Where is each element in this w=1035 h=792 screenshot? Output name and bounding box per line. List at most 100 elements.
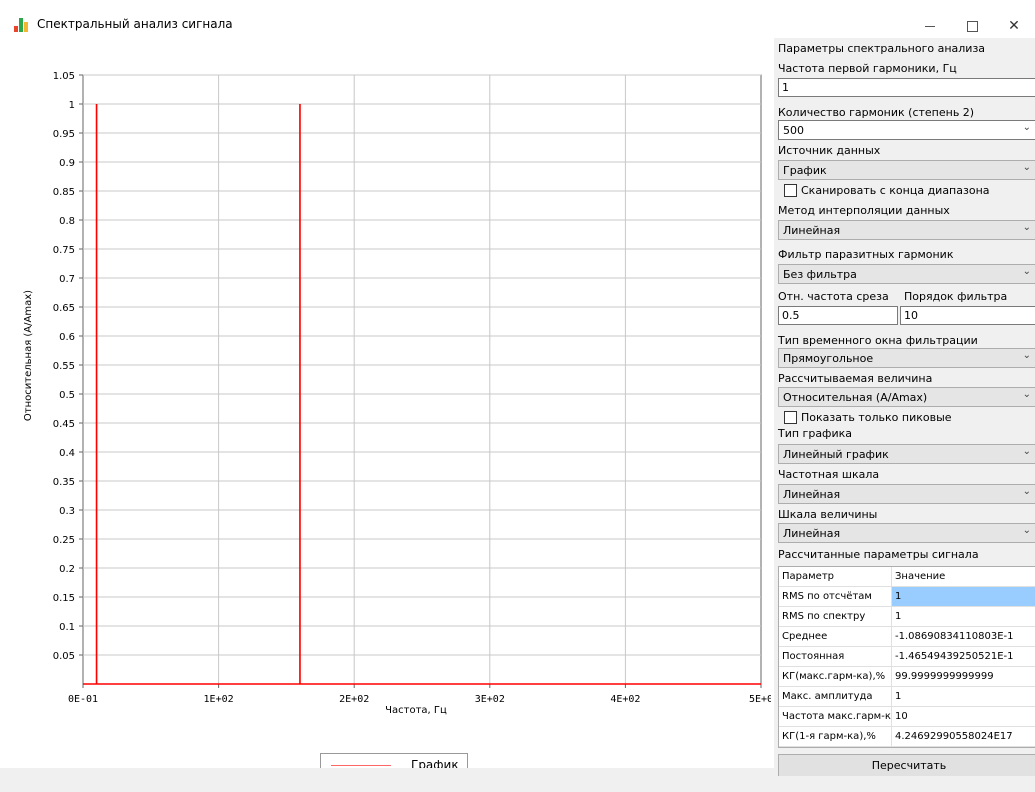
interp-select[interactable]: Линейная ⌄ <box>778 220 1035 240</box>
filter-value: Без фильтра <box>783 268 857 281</box>
table-cell[interactable]: 1 <box>892 587 1035 607</box>
maximize-button[interactable] <box>952 14 992 38</box>
x-tick-label: 0E-01 <box>68 694 98 705</box>
order-label: Порядок фильтра <box>904 290 1008 303</box>
close-button[interactable]: ✕ <box>994 14 1034 38</box>
table-row[interactable]: Среднее -1.08690834110803E-1 <box>779 627 1035 647</box>
y-tick-label: 0.15 <box>53 593 75 604</box>
y-tick-label: 0.45 <box>53 419 75 430</box>
table-cell: КГ(макс.гарм-ка),% <box>779 667 892 687</box>
y-tick-label: 0.2 <box>59 564 75 575</box>
table-cell[interactable]: 1 <box>892 607 1035 627</box>
table-cell: Макс. амплитуда <box>779 687 892 707</box>
mag-scale-value: Линейная <box>783 527 841 540</box>
source-label: Источник данных <box>778 144 881 157</box>
y-tick-label: 0.85 <box>53 187 75 198</box>
table-row[interactable]: Макс. амплитуда 1 <box>779 687 1035 707</box>
minimize-button[interactable] <box>910 14 950 38</box>
freq-scale-select[interactable]: Линейная ⌄ <box>778 484 1035 504</box>
peaks-label: Показать только пиковые <box>801 411 952 424</box>
y-tick-label: 0.55 <box>53 361 75 372</box>
table-row[interactable]: RMS по отсчётам 1 <box>779 587 1035 607</box>
table-header-row: Параметр Значение <box>779 567 1035 587</box>
table-cell: КГ(1-я гарм-ка),% <box>779 727 892 747</box>
table-row[interactable]: Частота макс.гарм-к 10 <box>779 707 1035 727</box>
panel-header: Параметры спектрального анализа <box>778 42 986 55</box>
harmonics-select[interactable]: 500 ⌄ <box>778 120 1035 140</box>
window-type-label: Тип временного окна фильтрации <box>778 334 978 347</box>
cutoff-input[interactable]: 0.5 <box>778 306 898 325</box>
table-cell: Постоянная <box>779 647 892 667</box>
x-axis-label: Частота, Гц <box>385 705 447 716</box>
quantity-label: Рассчитываемая величина <box>778 372 933 385</box>
y-tick-label: 0.3 <box>59 506 75 517</box>
filter-label: Фильтр паразитных гармоник <box>778 248 954 261</box>
table-row[interactable]: КГ(макс.гарм-ка),% 99.9999999999999 <box>779 667 1035 687</box>
chevron-down-icon: ⌄ <box>1022 162 1031 173</box>
quantity-value: Относительная (A/Amax) <box>783 391 928 404</box>
spectrum-chart: 0E-01 1E+02 2E+02 3E+02 4E+02 5E+0 0.05 0.1 0.15… <box>7 38 771 777</box>
chevron-down-icon: ⌄ <box>1022 525 1031 536</box>
window-type-select[interactable]: Прямоугольное ⌄ <box>778 348 1035 368</box>
harmonics-label: Количество гармоник (степень 2) <box>778 106 975 119</box>
source-select[interactable]: График ⌄ <box>778 160 1035 180</box>
x-tick-label: 2E+02 <box>339 694 369 705</box>
spectrum-chart-svg: 0E-01 1E+02 2E+02 3E+02 4E+02 5E+0 0.05 0.1 0.15… <box>23 71 771 716</box>
mag-scale-select[interactable]: Линейная ⌄ <box>778 523 1035 543</box>
graph-type-label: Тип графика <box>778 427 852 440</box>
table-cell: Среднее <box>779 627 892 647</box>
scan-checkbox[interactable] <box>784 184 797 197</box>
filter-select[interactable]: Без фильтра ⌄ <box>778 264 1035 284</box>
x-tick-label: 1E+02 <box>204 694 234 705</box>
table-header-cell: Значение <box>892 567 1035 587</box>
x-tick-label: 3E+02 <box>475 694 505 705</box>
quantity-select[interactable]: Относительная (A/Amax) ⌄ <box>778 387 1035 407</box>
chevron-down-icon: ⌄ <box>1022 266 1031 277</box>
chevron-down-icon: ⌄ <box>1022 222 1031 233</box>
graph-type-value: Линейный график <box>783 448 889 461</box>
y-tick-label: 0.25 <box>53 535 75 546</box>
y-tick-label: 0.6 <box>59 332 75 343</box>
graph-type-select[interactable]: Линейный график ⌄ <box>778 444 1035 464</box>
table-cell[interactable]: 1 <box>892 687 1035 707</box>
window-title: Спектральный анализ сигнала <box>37 17 233 31</box>
x-tick-label: 4E+02 <box>610 694 640 705</box>
interp-value: Линейная <box>783 224 841 237</box>
y-tick-label: 0.65 <box>53 303 75 314</box>
cutoff-label: Отн. частота среза <box>778 290 889 303</box>
order-input[interactable]: 10 <box>900 306 1035 325</box>
table-row[interactable]: RMS по спектру 1 <box>779 607 1035 627</box>
x-tick-label: 5E+0 <box>749 694 771 705</box>
freq-scale-label: Частотная шкала <box>778 468 880 481</box>
chevron-down-icon: ⌄ <box>1022 122 1031 133</box>
table-cell: RMS по отсчётам <box>779 587 892 607</box>
mag-scale-label: Шкала величины <box>778 508 878 521</box>
y-tick-label: 0.5 <box>59 390 75 401</box>
peaks-checkbox[interactable] <box>784 411 797 424</box>
chevron-down-icon: ⌄ <box>1022 446 1031 457</box>
table-cell[interactable]: -1.46549439250521E-1 <box>892 647 1035 667</box>
table-cell[interactable]: 99.9999999999999 <box>892 667 1035 687</box>
computed-label: Рассчитанные параметры сигнала <box>778 548 979 561</box>
title-bar: Спектральный анализ сигнала ✕ <box>0 0 1035 38</box>
freq-input[interactable]: 1 <box>778 78 1035 97</box>
table-cell: RMS по спектру <box>779 607 892 627</box>
y-tick-label: 0.75 <box>53 245 75 256</box>
chart-app-icon <box>14 18 30 32</box>
y-tick-label: 0.7 <box>59 274 75 285</box>
interp-label: Метод интерполяции данных <box>778 204 950 217</box>
chevron-down-icon: ⌄ <box>1022 486 1031 497</box>
chevron-down-icon: ⌄ <box>1022 350 1031 361</box>
harmonics-value: 500 <box>783 124 804 137</box>
y-tick-label: 0.05 <box>53 651 75 662</box>
freq-scale-value: Линейная <box>783 488 841 501</box>
table-cell[interactable]: 10 <box>892 707 1035 727</box>
table-cell[interactable]: 4.24692990558024E17 <box>892 727 1035 747</box>
table-cell[interactable]: -1.08690834110803E-1 <box>892 627 1035 647</box>
table-row[interactable]: Постоянная -1.46549439250521E-1 <box>779 647 1035 667</box>
table-row[interactable]: КГ(1-я гарм-ка),% 4.24692990558024E17 <box>779 727 1035 747</box>
parameters-table: Параметр Значение RMS по отсчётам 1 RMS … <box>778 566 1035 748</box>
y-tick-label: 0.4 <box>59 448 75 459</box>
recalculate-button[interactable]: Пересчитать <box>778 754 1035 776</box>
y-tick-label: 1.05 <box>53 71 75 82</box>
